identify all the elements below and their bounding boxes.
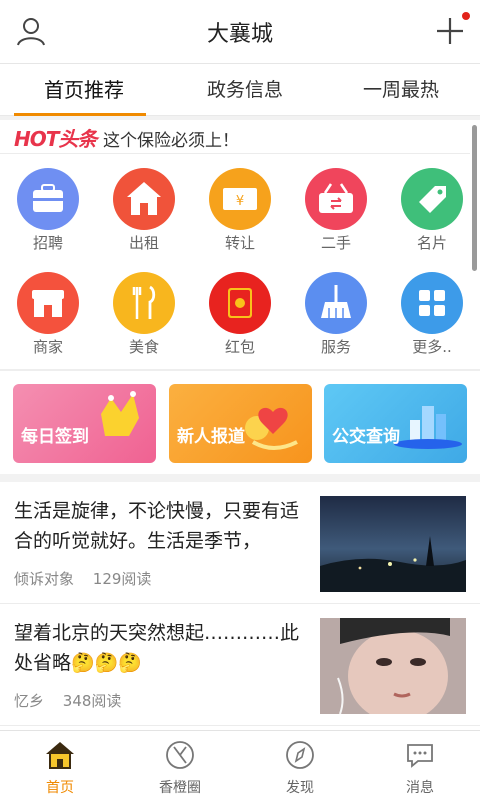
tab-bar: 首页推荐 政务信息 一周最热 xyxy=(0,64,480,116)
article-reads: 129阅读 xyxy=(92,570,152,588)
page-title: 大襄城 xyxy=(206,22,273,47)
banner-checkin[interactable]: 每日签到 xyxy=(13,384,156,463)
grid-item-label: 招聘 xyxy=(32,234,63,252)
grid-item-secondhand[interactable]: 二手 xyxy=(296,155,376,255)
article-meta: 忆乡 348阅读 xyxy=(14,690,135,711)
grid-item-recruit[interactable]: 招聘 xyxy=(8,155,88,255)
broom-icon xyxy=(305,272,367,334)
grid-item-red-packet[interactable]: 红包 xyxy=(200,259,280,359)
home-icon xyxy=(44,739,76,771)
article-item[interactable]: 生活是旋律，不论快慢，只要有适合的听觉就好。生活是季节， 倾诉对象 129阅读 xyxy=(0,482,480,604)
banner-bus-label: 公交查询 xyxy=(332,427,400,447)
hot-news-text[interactable]: 这个保险必须上！ xyxy=(103,126,239,151)
tab-government[interactable]: 政务信息 xyxy=(165,64,325,116)
grid-item-transfer[interactable]: ¥ 转让 xyxy=(200,155,280,255)
grid-item-merchant[interactable]: 商家 xyxy=(8,259,88,359)
grid-item-service[interactable]: 服务 xyxy=(296,259,376,359)
banner-checkin-label: 每日签到 xyxy=(21,427,89,447)
orange-circle-icon xyxy=(164,739,196,771)
grid-item-more[interactable]: 更多.. xyxy=(392,259,472,359)
nav-label: 香橙圈 xyxy=(159,780,201,796)
article-author: 倾诉对象 xyxy=(14,570,75,588)
basket-icon xyxy=(305,168,367,230)
promo-banners: 每日签到 新人报道 公交查询 xyxy=(0,371,480,474)
nav-label: 消息 xyxy=(406,780,434,796)
article-meta: 倾诉对象 129阅读 xyxy=(14,568,165,589)
grid-item-food[interactable]: 美食 xyxy=(104,259,184,359)
nav-label: 发现 xyxy=(286,780,314,796)
article-item[interactable]: 望着北京的天突然想起…………此处省略🤔🤔🤔 忆乡 348阅读 xyxy=(0,604,480,726)
grid-item-rent[interactable]: 出租 xyxy=(104,155,184,255)
nav-label: 首页 xyxy=(46,780,74,796)
notification-dot xyxy=(462,12,470,20)
grid-item-label: 美食 xyxy=(128,338,159,356)
bottom-nav: 首页 香橙圈 发现 消息 xyxy=(0,730,480,800)
article-thumbnail[interactable] xyxy=(320,496,466,592)
grid-item-label: 商家 xyxy=(32,338,63,356)
divider xyxy=(0,474,480,482)
grid-item-label: 红包 xyxy=(224,338,255,356)
article-author: 忆乡 xyxy=(14,692,45,710)
grid-item-label: 更多.. xyxy=(412,338,452,356)
ticket-icon: ¥ xyxy=(209,168,271,230)
red-packet-icon xyxy=(209,272,271,334)
svg-text:¥: ¥ xyxy=(236,194,244,209)
tab-recommend[interactable]: 首页推荐 xyxy=(4,64,164,116)
more-grid-icon xyxy=(401,272,463,334)
article-reads: 348阅读 xyxy=(62,692,122,710)
banner-newcomer[interactable]: 新人报道 xyxy=(169,384,312,463)
hot-news-bar[interactable]: HOT头条 这个保险必须上！ xyxy=(0,120,470,154)
nav-home[interactable]: 首页 xyxy=(0,731,120,800)
fork-knife-icon xyxy=(113,272,175,334)
grid-item-label: 名片 xyxy=(416,234,447,252)
shop-icon xyxy=(17,272,79,334)
article-title[interactable]: 生活是旋律，不论快慢，只要有适合的听觉就好。生活是季节， xyxy=(14,496,306,556)
house-icon xyxy=(113,168,175,230)
grid-item-label: 出租 xyxy=(128,234,159,252)
thinking-emoji: 🤔🤔🤔 xyxy=(71,652,142,674)
message-icon xyxy=(404,739,436,771)
article-thumbnail[interactable] xyxy=(320,618,466,714)
app-header: 大襄城 xyxy=(0,0,480,64)
hot-logo: HOT头条 xyxy=(14,127,97,151)
grid-item-label: 二手 xyxy=(320,234,351,252)
category-grid: 招聘 出租 ¥ 转让 二手 名片 商家 美食 红包 服务 更多.. xyxy=(0,155,480,369)
tab-weekly-hot[interactable]: 一周最热 xyxy=(321,64,480,116)
nav-orange-circle[interactable]: 香橙圈 xyxy=(120,731,240,800)
nav-discover[interactable]: 发现 xyxy=(240,731,360,800)
tag-icon xyxy=(401,168,463,230)
briefcase-icon xyxy=(17,168,79,230)
grid-item-label: 转让 xyxy=(224,234,255,252)
article-title[interactable]: 望着北京的天突然想起…………此处省略🤔🤔🤔 xyxy=(14,618,306,678)
banner-newcomer-label: 新人报道 xyxy=(177,427,245,447)
grid-item-label: 服务 xyxy=(320,338,351,356)
grid-item-card[interactable]: 名片 xyxy=(392,155,472,255)
compass-icon xyxy=(284,739,316,771)
banner-bus[interactable]: 公交查询 xyxy=(324,384,467,463)
nav-messages[interactable]: 消息 xyxy=(360,731,480,800)
